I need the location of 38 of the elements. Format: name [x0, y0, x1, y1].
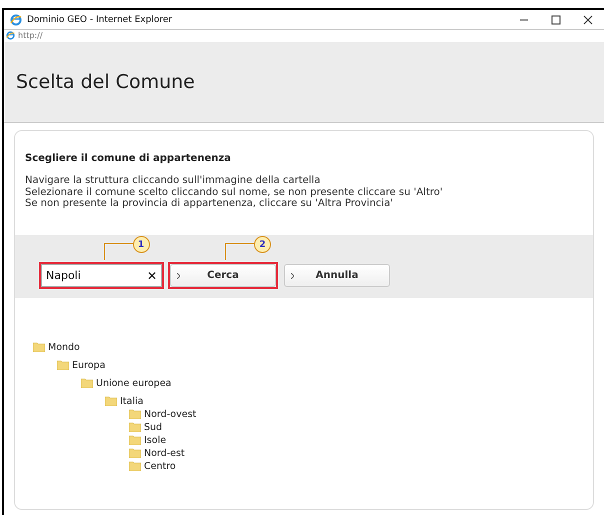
folder-icon — [81, 378, 93, 388]
folder-icon — [57, 360, 69, 370]
folder-icon — [129, 435, 141, 445]
folder-icon — [129, 409, 141, 419]
tree-item[interactable]: Nord-est — [144, 448, 185, 458]
tree-item[interactable]: Nord-ovest — [144, 408, 196, 420]
callout-badge: 2 — [254, 236, 271, 253]
folder-icon — [129, 422, 141, 432]
folder-icon — [33, 342, 45, 352]
browser-icon — [10, 14, 22, 26]
instruction-text: Se non presente la provincia di appartenenza, cliccare su 'Altra Provincia' — [25, 198, 394, 210]
chevron-icon — [177, 273, 180, 279]
clear-button[interactable]: ✕ — [146, 268, 157, 282]
tree-item[interactable]: Europa — [72, 360, 106, 370]
browser-icon — [6, 30, 15, 40]
address-text: http:// — [18, 30, 43, 40]
instruction-text: Navigare la struttura cliccando sull'immagine della cartella — [25, 175, 322, 186]
window-title: Dominio GEO - Internet Explorer — [27, 14, 174, 24]
tree-item[interactable]: Centro — [144, 460, 176, 472]
field-value: Napoli — [46, 269, 82, 282]
tree-item[interactable]: Italia — [120, 396, 144, 406]
folder-icon — [105, 396, 117, 406]
action-button[interactable]: Annulla — [284, 264, 390, 287]
leader-line — [104, 243, 134, 260]
folder-icon — [129, 461, 141, 471]
tree-item[interactable]: Unione europea — [96, 378, 172, 388]
action-button[interactable]: Cerca — [170, 264, 276, 287]
folder-icon — [129, 448, 141, 458]
tree-item[interactable]: Mondo — [48, 342, 80, 352]
search-field[interactable]: Napoli ✕ — [41, 264, 162, 287]
address-bar[interactable]: http:// — [4, 29, 604, 40]
tree-item[interactable]: Isole — [144, 434, 166, 446]
instruction-text: Selezionare il comune scelto cliccando sul nome, se non presente cliccare su 'Altro' — [25, 186, 444, 198]
page-title: Scelta del Comune — [16, 71, 195, 93]
callout-badge: 1 — [132, 236, 150, 253]
chevron-icon — [291, 273, 294, 279]
panel-heading: Scegliere il comune di appartenenza — [25, 153, 232, 164]
tree-item[interactable]: Sud — [144, 422, 162, 432]
